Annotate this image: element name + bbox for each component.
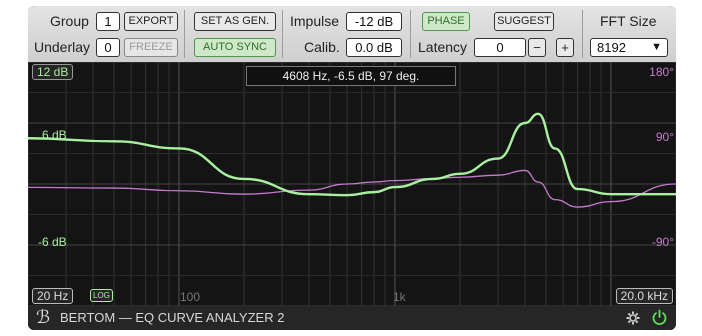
phase-button[interactable]: PHASE (422, 12, 470, 31)
curves (28, 112, 676, 208)
toolbar-divider (410, 10, 411, 58)
fft-size-dropdown[interactable]: 8192 ▼ (590, 38, 668, 57)
underlay-label: Underlay (34, 39, 91, 55)
fft-size-label: FFT Size (600, 13, 657, 29)
freeze-button[interactable]: FREEZE (124, 38, 178, 57)
graph-plot (28, 62, 676, 306)
impulse-field[interactable]: -12 dB (346, 12, 402, 31)
impulse-label: Impulse (290, 13, 340, 29)
underlay-field[interactable]: 0 (96, 38, 120, 57)
deg-tick-90: 90° (655, 130, 674, 144)
db-range-label[interactable]: 12 dB (32, 64, 74, 80)
latency-label: Latency (418, 39, 468, 55)
frequency-response-graph[interactable]: 12 dB 4608 Hz, -6.5 dB, 97 deg. 6 dB -6 … (28, 62, 676, 306)
db-tick-minus-6: -6 dB (38, 235, 67, 249)
freq-tick-100: 100 (180, 290, 201, 304)
latency-minus-button[interactable]: − (528, 38, 546, 57)
group-label: Group (50, 13, 89, 29)
freq-tick-1k: 1k (393, 290, 406, 304)
calib-label: Calib. (304, 39, 340, 55)
toolbar-divider (582, 10, 583, 58)
toolbar-divider (282, 10, 283, 58)
cursor-readout: 4608 Hz, -6.5 dB, 97 deg. (246, 66, 456, 86)
chevron-down-icon: ▼ (651, 41, 662, 53)
bertom-logo: ℬ (36, 307, 51, 328)
latency-field[interactable]: 0 (474, 38, 526, 57)
power-icon[interactable] (651, 309, 668, 326)
toolbar: Group 1 EXPORT Underlay 0 FREEZE SET AS … (28, 6, 676, 62)
footer-bar: ℬ BERTOM — EQ CURVE ANALYZER 2 (28, 306, 676, 330)
eq-curve-analyzer-window: Group 1 EXPORT Underlay 0 FREEZE SET AS … (28, 6, 676, 330)
log-scale-toggle[interactable]: LOG (90, 289, 113, 302)
export-button[interactable]: EXPORT (124, 12, 178, 31)
set-as-gen-button[interactable]: SET AS GEN. (194, 12, 276, 31)
toolbar-divider (184, 10, 185, 58)
latency-plus-button[interactable]: + (556, 38, 574, 57)
freq-end-label[interactable]: 20.0 kHz (615, 288, 673, 304)
plugin-title: BERTOM — EQ CURVE ANALYZER 2 (60, 310, 285, 325)
magnitude-curve (28, 112, 676, 197)
suggest-button[interactable]: SUGGEST (494, 12, 554, 31)
auto-sync-button[interactable]: AUTO SYNC (194, 38, 276, 57)
deg-tick-180: 180° (649, 65, 674, 79)
calib-field[interactable]: 0.0 dB (346, 38, 402, 57)
db-tick-6: 6 dB (42, 128, 67, 142)
gear-icon[interactable] (626, 311, 640, 325)
group-field[interactable]: 1 (96, 12, 120, 31)
fft-size-value: 8192 (597, 40, 626, 55)
freq-start-label[interactable]: 20 Hz (32, 288, 74, 304)
deg-tick-minus-90: -90° (651, 235, 674, 249)
